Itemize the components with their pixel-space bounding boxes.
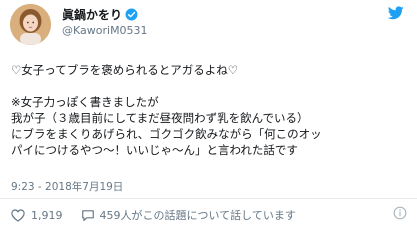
- conversation-count[interactable]: 459人がこの話題について話しています: [100, 207, 296, 223]
- tweet-line-1: ♡女子ってブラを褒められるとアガるよね♡: [11, 63, 239, 77]
- avatar[interactable]: [10, 4, 51, 45]
- tweet-timestamp[interactable]: 9:23 - 2018年7月19日: [11, 179, 123, 194]
- tweet-actions: 1,919 459人がこの話題について話しています: [11, 207, 296, 223]
- display-name[interactable]: 眞鍋かをり: [62, 6, 122, 23]
- twitter-bird-icon[interactable]: [388, 6, 404, 20]
- tweet-line-2: [11, 78, 413, 94]
- verified-badge-icon: [125, 8, 138, 20]
- author-name-row[interactable]: 眞鍋かをり: [62, 6, 138, 22]
- heart-icon[interactable]: [11, 208, 25, 222]
- tweet-card: 眞鍋かをり @KaworiM0531 ♡女子ってブラを褒められるとアガるよね♡ …: [0, 0, 417, 240]
- tweet-line-6: パイにつけるやつ～！いいじゃ～ん」と言われた話です: [11, 143, 298, 157]
- divider: [0, 198, 417, 199]
- tweet-line-4: 我が子（３歳目前にしてまだ昼夜問わず乳を飲んでいる）: [11, 111, 309, 125]
- tweet-line-5: にブラをまくりあげられ、ゴクゴク飲みながら「何このオッ: [11, 127, 322, 141]
- tweet-text: ♡女子ってブラを褒められるとアガるよね♡ ※女子力っぽく書きましたが 我が子（３…: [11, 62, 413, 158]
- like-count[interactable]: 1,919: [31, 209, 63, 222]
- author-handle[interactable]: @KaworiM0531: [62, 24, 148, 37]
- speech-bubble-icon[interactable]: [81, 209, 95, 222]
- tweet-line-3: ※女子力っぽく書きましたが: [11, 95, 159, 109]
- info-icon[interactable]: [393, 206, 407, 220]
